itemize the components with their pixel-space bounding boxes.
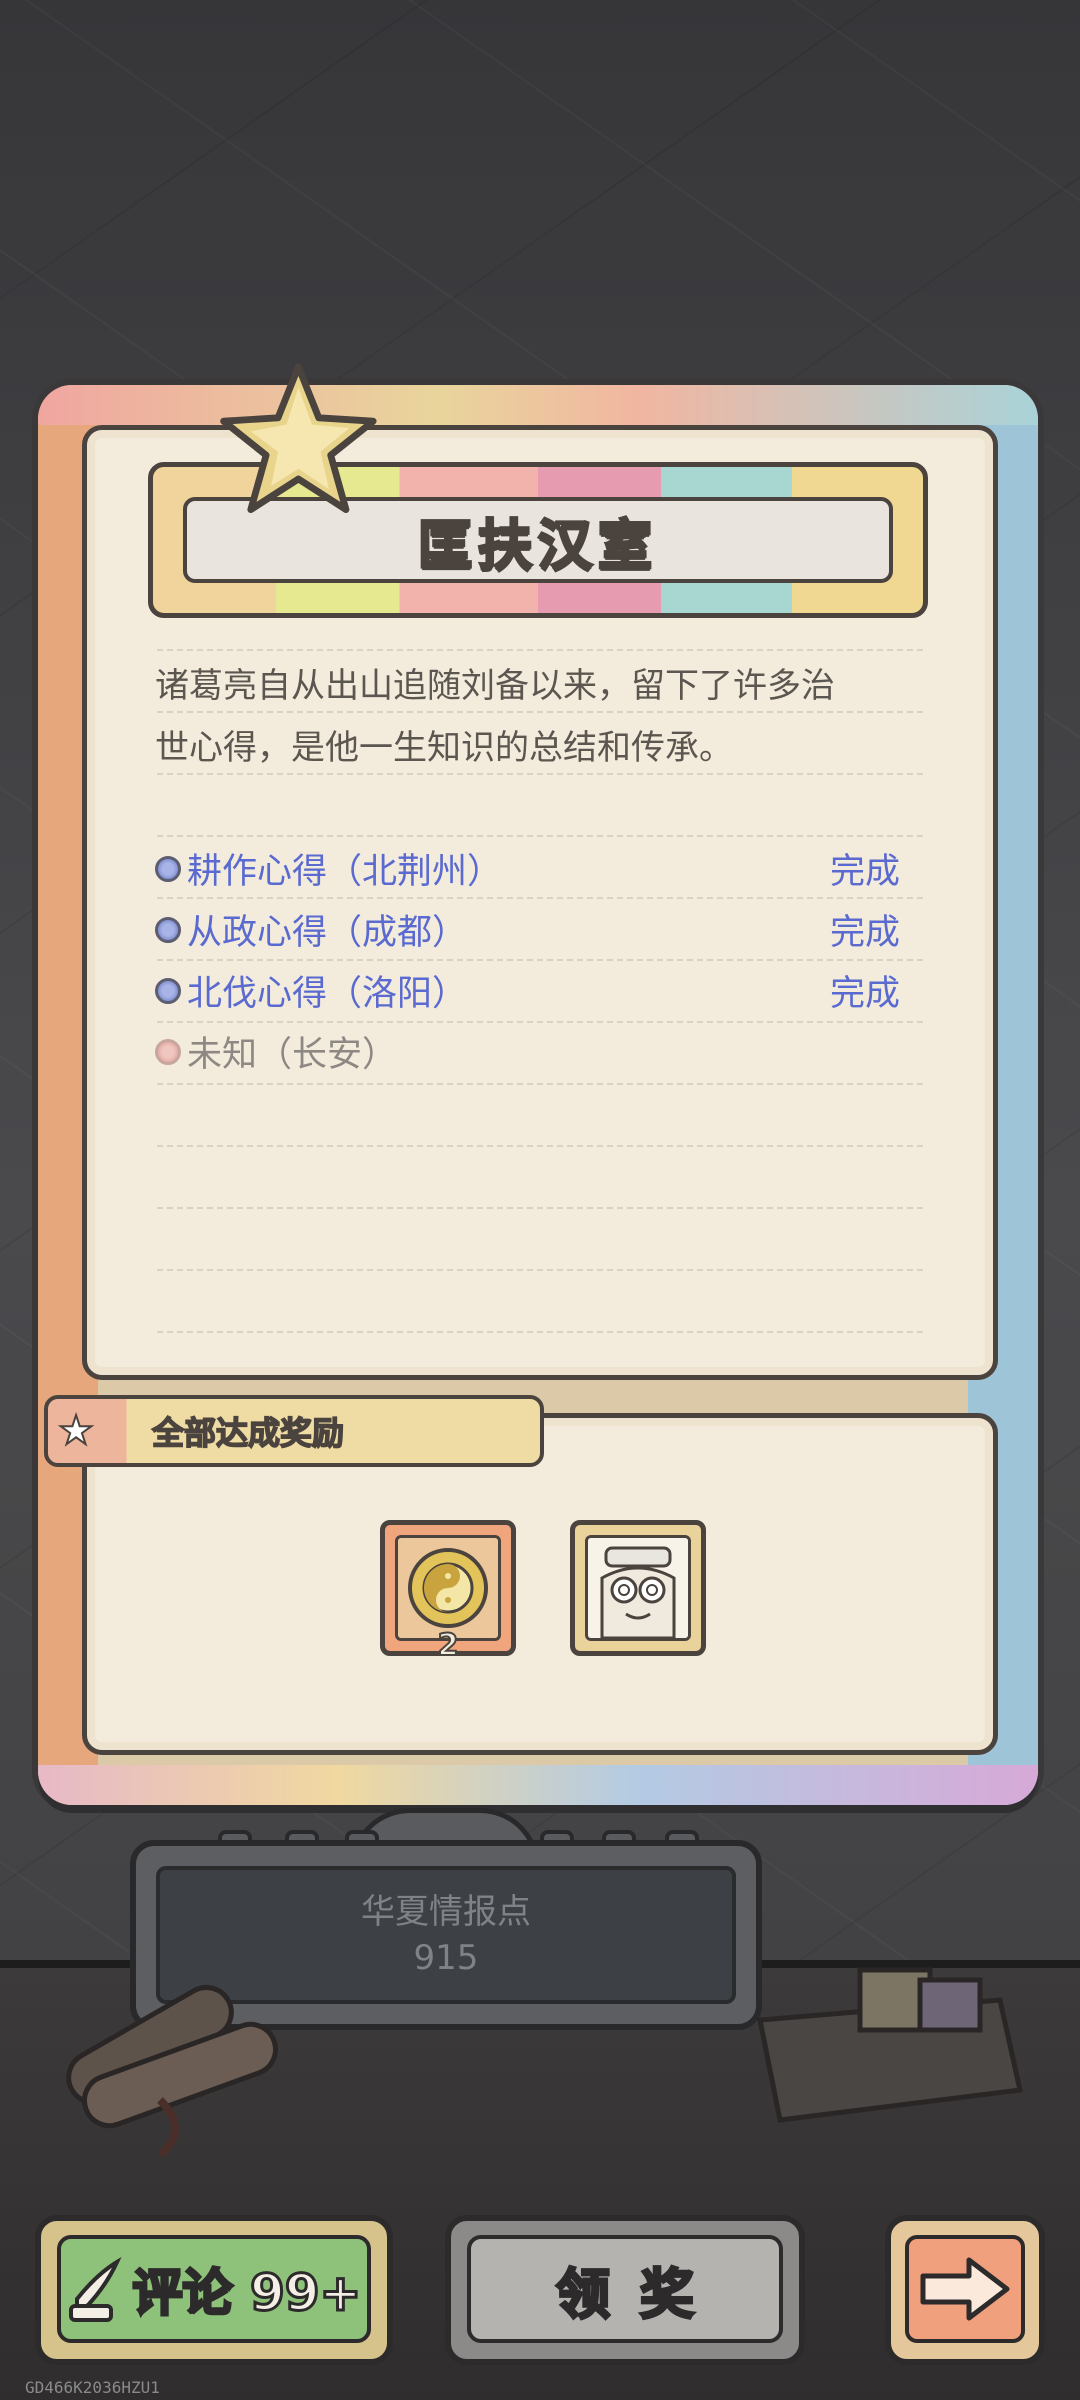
basket-icon — [756, 1967, 1024, 2123]
task-label: 未知（长安） — [187, 1035, 398, 1075]
next-button-face — [905, 2235, 1025, 2343]
character-avatar-icon — [588, 1538, 688, 1638]
claim-button-face: 领奖 — [467, 2235, 783, 2343]
description-line: 诸葛亮自从出山追随刘备以来，留下了许多治 — [155, 666, 835, 706]
task-item: 北伐心得（洛阳） 完成 — [155, 960, 900, 1021]
reward-item-coin[interactable]: 2 — [380, 1520, 516, 1664]
star-icon: ★ — [57, 1407, 95, 1455]
task-status: 完成 — [829, 913, 900, 953]
build-id: GD466K2036HZU1 — [25, 2378, 160, 2397]
task-status: 完成 — [829, 974, 900, 1014]
completed-dot-icon — [155, 977, 181, 1004]
reward-count: 2 — [437, 1627, 460, 1664]
right-arrow-icon — [920, 2257, 1010, 2321]
reward-title: 全部达成奖励 — [151, 1413, 345, 1453]
intel-points-value: 915 — [413, 1938, 479, 1978]
task-label: 耕作心得（北荆州） — [187, 852, 503, 892]
description-line: 世心得，是他一生知识的总结和传承。 — [155, 728, 733, 768]
taiji-coin-icon — [408, 1548, 488, 1628]
completed-dot-icon — [155, 916, 181, 943]
task-list: 耕作心得（北荆州） 完成 从政心得（成都） 完成 北伐心得（洛阳） 完成 未知（… — [155, 838, 900, 1082]
task-label: 从政心得（成都） — [187, 913, 468, 953]
intel-points-label: 华夏情报点 — [361, 1892, 531, 1932]
quill-pen-icon — [68, 2256, 122, 2322]
quest-title: 匡扶汉室 — [417, 512, 658, 578]
task-status: 完成 — [829, 852, 900, 892]
comment-button[interactable]: 评论 99+ — [35, 2215, 393, 2365]
scroll-bundle-icon — [66, 1985, 278, 2159]
star-icon — [220, 363, 377, 513]
reward-item-frame — [585, 1535, 691, 1641]
completed-dot-icon — [155, 855, 181, 882]
comment-button-face: 评论 99+ — [57, 2235, 371, 2343]
reward-header: ★ 全部达成奖励 — [44, 1395, 544, 1467]
task-item: 从政心得（成都） 完成 — [155, 899, 900, 960]
claim-reward-button[interactable]: 领奖 — [445, 2215, 805, 2365]
locked-dot-icon — [155, 1038, 181, 1065]
task-item: 未知（长安） — [155, 1021, 900, 1082]
quest-description: 诸葛亮自从出山追随刘备以来，留下了许多治 世心得，是他一生知识的总结和传承。 — [155, 655, 915, 779]
task-label: 北伐心得（洛阳） — [187, 974, 468, 1014]
claim-button-label: 领奖 — [555, 2261, 724, 2327]
task-item: 耕作心得（北荆州） 完成 — [155, 838, 900, 899]
reward-item-frame — [395, 1535, 501, 1641]
next-button[interactable] — [885, 2215, 1045, 2365]
reward-item-avatar[interactable] — [570, 1520, 706, 1656]
comment-button-label: 评论 99+ — [131, 2263, 363, 2324]
